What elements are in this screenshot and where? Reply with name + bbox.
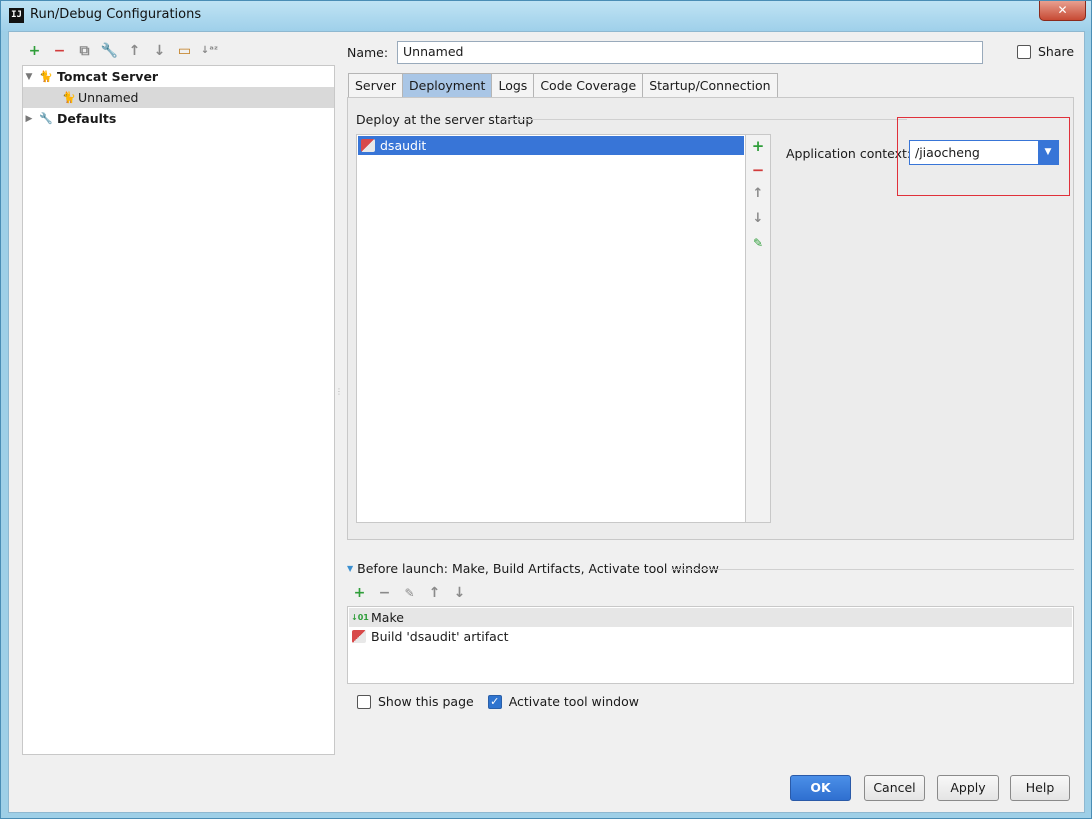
highlight-annotation-box — [897, 117, 1070, 196]
name-input[interactable]: Unnamed — [397, 41, 983, 64]
folder-icon[interactable]: ▭ — [175, 42, 194, 60]
share-option[interactable]: Share — [1017, 44, 1074, 59]
before-launch-toolbar: + − ✎ ↑ ↓ — [350, 584, 469, 602]
activate-tool-window-label: Activate tool window — [508, 694, 639, 709]
tab-deployment[interactable]: Deployment — [402, 73, 493, 98]
show-this-page-option[interactable]: Show this page — [357, 694, 474, 709]
tab-startup-connection[interactable]: Startup/Connection — [642, 73, 778, 98]
move-up-icon[interactable]: ↑ — [425, 584, 444, 602]
task-label: Make — [371, 610, 404, 625]
artifact-icon — [352, 630, 366, 643]
show-this-page-label: Show this page — [378, 694, 474, 709]
ok-button[interactable]: OK — [790, 775, 851, 801]
section-divider — [505, 119, 907, 120]
expand-arrow-icon[interactable]: ▼ — [23, 72, 35, 82]
edit-task-icon[interactable]: ✎ — [400, 584, 419, 602]
tab-logs[interactable]: Logs — [491, 73, 535, 98]
collapse-triangle-icon[interactable]: ▼ — [347, 564, 353, 573]
show-this-page-checkbox[interactable] — [357, 694, 371, 709]
copy-icon[interactable]: ⧉ — [75, 42, 94, 60]
close-icon[interactable]: ✕ — [1039, 1, 1086, 21]
defaults-wrench-icon: 🔧 — [39, 112, 53, 125]
add-artifact-icon[interactable]: + — [746, 137, 770, 155]
collapse-arrow-icon[interactable]: ▶ — [23, 114, 35, 124]
configurations-toolbar: + − ⧉ 🔧 ↑ ↓ ▭ ↓ᵃᶻ — [25, 42, 219, 60]
move-down-icon[interactable]: ↓ — [450, 584, 469, 602]
tomcat-icon: 🐈 — [62, 91, 76, 104]
run-debug-configurations-window: IJ Run/Debug Configurations ✕ + − ⧉ 🔧 ↑ … — [0, 0, 1092, 819]
artifact-icon — [361, 139, 375, 152]
tree-item-label: Tomcat Server — [57, 69, 159, 84]
window-title: Run/Debug Configurations — [30, 7, 202, 22]
edit-pencil-icon[interactable]: ✎ — [746, 236, 770, 250]
application-context-label: Application context: — [786, 146, 912, 161]
tree-item-defaults[interactable]: ▶ 🔧 Defaults — [23, 108, 334, 129]
list-item[interactable]: ↓01 Make — [349, 608, 1072, 627]
before-launch-list[interactable]: ↓01 Make Build 'dsaudit' artifact — [347, 606, 1074, 684]
tree-item-label: Defaults — [57, 111, 117, 126]
share-label: Share — [1038, 44, 1075, 59]
artifact-label: dsaudit — [380, 138, 427, 153]
move-down-icon[interactable]: ↓ — [150, 42, 169, 60]
share-checkbox[interactable] — [1017, 44, 1031, 59]
before-launch-label: Before launch: Make, Build Artifacts, Ac… — [357, 561, 719, 576]
make-icon: ↓01 — [351, 613, 369, 622]
config-tabs: Server Deployment Logs Code Coverage Sta… — [348, 73, 778, 98]
edit-defaults-icon[interactable]: 🔧 — [100, 42, 119, 60]
name-label: Name: — [347, 45, 389, 60]
activate-tool-window-option[interactable]: ✓ Activate tool window — [487, 694, 639, 709]
tree-item-unnamed[interactable]: 🐈 Unnamed — [23, 87, 334, 108]
intellij-app-icon: IJ — [9, 8, 24, 23]
configurations-tree: ▼ 🐈 Tomcat Server 🐈 Unnamed ▶ 🔧 Defaults — [22, 65, 335, 755]
task-label: Build 'dsaudit' artifact — [371, 629, 509, 644]
splitter-handle[interactable]: ⋮ — [335, 387, 343, 401]
before-launch-header[interactable]: ▼ Before launch: Make, Build Artifacts, … — [347, 561, 719, 576]
title-bar[interactable]: IJ Run/Debug Configurations ✕ — [1, 1, 1091, 31]
apply-button[interactable]: Apply — [937, 775, 999, 801]
tab-server[interactable]: Server — [348, 73, 403, 98]
list-item[interactable]: dsaudit — [358, 136, 744, 155]
launch-options: Show this page ✓ Activate tool window — [357, 694, 639, 709]
tab-code-coverage[interactable]: Code Coverage — [533, 73, 644, 98]
deployment-panel: Deploy at the server startup dsaudit + −… — [347, 97, 1074, 540]
activate-tool-window-checkbox[interactable]: ✓ — [487, 694, 502, 709]
list-item[interactable]: Build 'dsaudit' artifact — [349, 627, 1072, 646]
tomcat-icon: 🐈 — [39, 70, 53, 83]
move-down-icon[interactable]: ↓ — [746, 211, 770, 226]
dialog-content: + − ⧉ 🔧 ↑ ↓ ▭ ↓ᵃᶻ ▼ 🐈 Tomcat Server 🐈 Un… — [8, 31, 1085, 813]
remove-icon[interactable]: − — [50, 42, 69, 60]
tree-item-label: Unnamed — [78, 90, 139, 105]
move-up-icon[interactable]: ↑ — [125, 42, 144, 60]
remove-artifact-icon[interactable]: − — [746, 161, 770, 179]
section-divider — [671, 569, 1074, 570]
add-icon[interactable]: + — [25, 42, 44, 60]
deploy-list-toolbar: + − ↑ ↓ ✎ — [746, 134, 771, 523]
deploy-artifacts-list[interactable]: dsaudit — [356, 134, 746, 523]
help-button[interactable]: Help — [1010, 775, 1070, 801]
add-task-icon[interactable]: + — [350, 584, 369, 602]
move-up-icon[interactable]: ↑ — [746, 186, 770, 201]
tree-item-tomcat-server[interactable]: ▼ 🐈 Tomcat Server — [23, 66, 334, 87]
sort-icon[interactable]: ↓ᵃᶻ — [200, 42, 219, 60]
cancel-button[interactable]: Cancel — [864, 775, 925, 801]
remove-task-icon[interactable]: − — [375, 584, 394, 602]
